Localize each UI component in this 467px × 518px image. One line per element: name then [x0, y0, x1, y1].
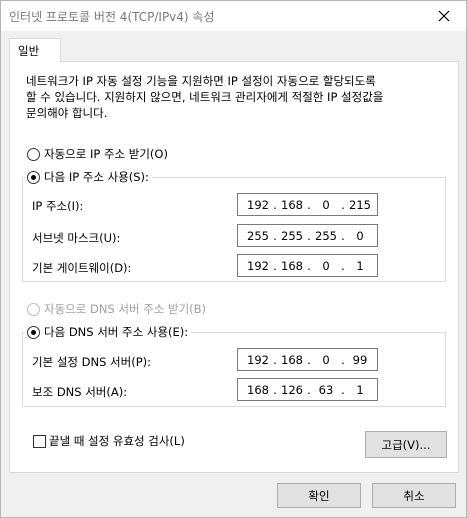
close-icon	[438, 10, 450, 22]
alternate-dns-octet-1[interactable]: 168	[244, 383, 272, 397]
dns-auto-label: 자동으로 DNS 서버 주소 받기(B)	[44, 302, 207, 316]
alternate-dns-label: 보조 DNS 서버(A):	[32, 385, 128, 399]
gateway-octet-2[interactable]: 168	[278, 259, 306, 273]
ip-manual-radio[interactable]	[27, 170, 40, 184]
gateway-label: 기본 게이트웨이(D):	[32, 261, 132, 275]
ip-auto-radio[interactable]	[27, 147, 40, 161]
gateway-octet-4[interactable]: 1	[346, 259, 374, 273]
tab-general-label: 일반	[18, 44, 40, 58]
alternate-dns-octet-2[interactable]: 126	[278, 383, 306, 397]
gateway-field[interactable]: 192 . 168 . 0 . 1	[237, 254, 378, 277]
ip-manual-label: 다음 IP 주소 사용(S):	[44, 170, 149, 184]
ip-address-octet-2[interactable]: 168	[278, 198, 306, 212]
dns-manual-option[interactable]: 다음 DNS 서버 주소 사용(E):	[25, 324, 192, 340]
ip-address-field[interactable]: 192 . 168 . 0 . 215	[237, 193, 378, 216]
subnet-octet-3[interactable]: 255	[312, 229, 340, 243]
preferred-dns-field[interactable]: 192 . 168 . 0 . 99	[237, 348, 378, 371]
dialog-window: 인터넷 프로토콜 버전 4(TCP/IPv4) 속성 일반 네트워크가 IP 자…	[0, 0, 467, 518]
validate-checkbox[interactable]	[33, 434, 46, 448]
preferred-dns-octet-3[interactable]: 0	[312, 353, 340, 367]
advanced-button-label: 고급(V)...	[381, 437, 431, 452]
tab-general[interactable]: 일반	[9, 38, 61, 62]
ip-auto-option[interactable]: 자동으로 IP 주소 받기(O)	[27, 146, 168, 162]
subnet-label: 서브넷 마스크(U):	[32, 231, 121, 245]
description-body: 네트워크가 IP 자동 설정 기능을 지원하면 IP 설정이 자동으로 할당되도…	[26, 74, 384, 120]
subnet-octet-2[interactable]: 255	[278, 229, 306, 243]
title-bar[interactable]: 인터넷 프로토콜 버전 4(TCP/IPv4) 속성	[1, 1, 466, 31]
ip-address-octet-3[interactable]: 0	[312, 198, 340, 212]
ok-button-label: 확인	[308, 488, 330, 503]
cancel-button[interactable]: 취소	[372, 483, 456, 508]
dns-manual-radio[interactable]	[27, 325, 40, 339]
subnet-octet-1[interactable]: 255	[244, 229, 272, 243]
ok-button[interactable]: 확인	[277, 483, 361, 508]
subnet-field[interactable]: 255 . 255 . 255 . 0	[237, 224, 378, 247]
validate-label: 끝낼 때 설정 유효성 검사(L)	[49, 434, 185, 448]
dns-auto-radio[interactable]	[27, 302, 40, 316]
preferred-dns-octet-2[interactable]: 168	[278, 353, 306, 367]
gateway-octet-1[interactable]: 192	[244, 259, 272, 273]
dns-manual-label: 다음 DNS 서버 주소 사용(E):	[44, 325, 189, 339]
alternate-dns-octet-4[interactable]: 1	[346, 383, 374, 397]
preferred-dns-octet-1[interactable]: 192	[244, 353, 272, 367]
description-text: 네트워크가 IP 자동 설정 기능을 지원하면 IP 설정이 자동으로 할당되도…	[26, 73, 446, 121]
ip-manual-option[interactable]: 다음 IP 주소 사용(S):	[25, 169, 152, 185]
gateway-octet-3[interactable]: 0	[312, 259, 340, 273]
alternate-dns-field[interactable]: 168 . 126 . 63 . 1	[237, 378, 378, 401]
ip-address-octet-4[interactable]: 215	[346, 198, 374, 212]
validate-option[interactable]: 끝낼 때 설정 유효성 검사(L)	[33, 433, 185, 449]
dns-auto-option[interactable]: 자동으로 DNS 서버 주소 받기(B)	[27, 301, 206, 317]
advanced-button[interactable]: 고급(V)...	[365, 431, 447, 458]
subnet-octet-4[interactable]: 0	[346, 229, 374, 243]
preferred-dns-label: 기본 설정 DNS 서버(P):	[32, 355, 151, 369]
ip-address-label: IP 주소(I):	[32, 199, 84, 213]
window-title: 인터넷 프로토콜 버전 4(TCP/IPv4) 속성	[9, 10, 215, 24]
cancel-button-label: 취소	[403, 488, 425, 503]
alternate-dns-octet-3[interactable]: 63	[312, 383, 340, 397]
ip-auto-label: 자동으로 IP 주소 받기(O)	[44, 147, 168, 161]
preferred-dns-octet-4[interactable]: 99	[346, 353, 374, 367]
general-panel: 네트워크가 IP 자동 설정 기능을 지원하면 IP 설정이 자동으로 할당되도…	[9, 61, 459, 473]
close-button[interactable]	[422, 1, 466, 31]
ip-address-octet-1[interactable]: 192	[244, 198, 272, 212]
